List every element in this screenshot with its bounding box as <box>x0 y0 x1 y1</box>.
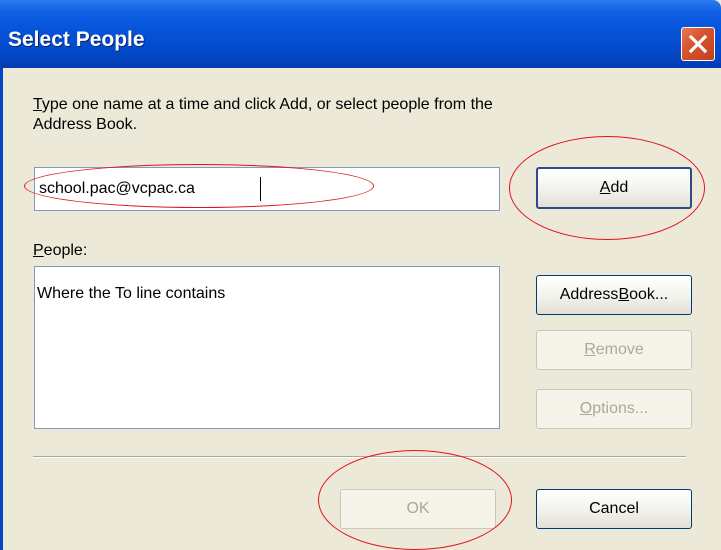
options-button[interactable]: Options... <box>536 389 692 429</box>
text-caret <box>260 177 261 201</box>
instructions-line1: ype one name at a time and click Add, or… <box>41 96 493 113</box>
remove-label: emove <box>595 341 644 358</box>
ok-label: OK <box>406 500 430 517</box>
address-book-label-rest: ook... <box>629 286 669 303</box>
select-people-dialog: Select People Type one name at a time an… <box>0 0 721 550</box>
remove-hotkey: R <box>584 341 596 358</box>
add-button-label: dd <box>610 179 629 196</box>
title-bar[interactable]: Select People <box>0 0 721 68</box>
options-hotkey: O <box>579 400 593 417</box>
add-button-hotkey: A <box>599 179 611 196</box>
window-frame-edge <box>0 68 3 550</box>
remove-button[interactable]: Remove <box>536 330 692 370</box>
address-book-label-prefix: Address <box>559 286 619 303</box>
address-book-button[interactable]: Address Book... <box>536 275 692 315</box>
list-item[interactable]: Where the To line contains <box>37 285 499 303</box>
instructions-hotkey: T <box>33 96 42 113</box>
close-button[interactable] <box>681 27 715 61</box>
people-label-text: eople: <box>43 242 88 259</box>
cancel-label: Cancel <box>589 500 639 517</box>
cancel-button[interactable]: Cancel <box>536 489 692 529</box>
instructions-line2: Address Book. <box>33 116 138 133</box>
instructions-text: Type one name at a time and click Add, o… <box>33 95 673 135</box>
people-list[interactable]: Where the To line contains <box>34 266 500 429</box>
add-button[interactable]: Add <box>536 167 692 209</box>
name-input[interactable] <box>34 167 500 211</box>
address-book-hotkey: B <box>618 286 630 303</box>
close-x-icon <box>688 34 708 54</box>
ok-button[interactable]: OK <box>340 489 496 529</box>
options-label: ptions... <box>592 400 649 417</box>
dialog-title: Select People <box>8 28 145 51</box>
people-label-hotkey: P <box>33 242 44 259</box>
people-label: People: <box>33 242 87 260</box>
separator <box>33 456 686 458</box>
